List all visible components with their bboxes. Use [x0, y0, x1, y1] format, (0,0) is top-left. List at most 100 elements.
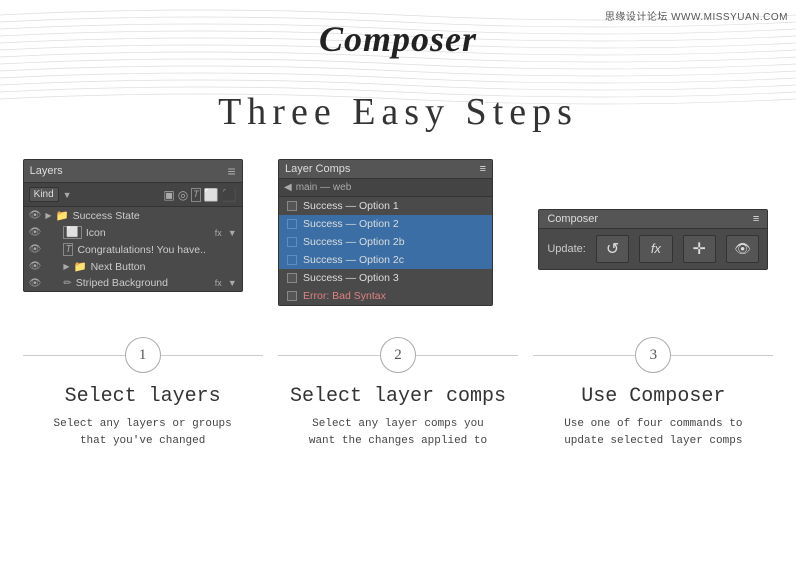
composer-panel-title: Composer: [547, 213, 598, 225]
step-3: Composer ≡ Update: ↺ fx ✛ 👁 3 Use Compos…: [533, 159, 773, 449]
composer-screenshot: Composer ≡ Update: ↺ fx ✛ 👁: [533, 159, 773, 319]
step-2: Layer Comps ≡ ◀ main — web Success — Opt…: [278, 159, 518, 449]
dropdown-arrow: ▼: [63, 190, 72, 200]
expand-icon: ▼: [228, 228, 237, 238]
update-btn-refresh[interactable]: ↺: [596, 235, 629, 263]
lc-item-0[interactable]: Success — Option 1: [279, 197, 492, 215]
step-line-right: [671, 355, 773, 356]
composer-panel-body: Update: ↺ fx ✛ 👁: [539, 229, 767, 269]
expand-icon: ▼: [228, 278, 237, 288]
lc-name: Success — Option 2c: [303, 254, 404, 266]
step-circle-row-1: 1: [23, 337, 263, 373]
lc-checkbox: [287, 237, 297, 247]
step-3-title: Use Composer: [581, 385, 725, 408]
lc-checkbox: [287, 219, 297, 229]
arrow-icon: ▶: [63, 262, 69, 271]
layer-name: Icon: [86, 227, 106, 239]
layercomps-header: Layer Comps ≡: [279, 160, 492, 179]
layer-name: Congratulations! You have..: [77, 244, 205, 256]
pixel-icon: ▣: [163, 188, 174, 202]
lc-item-5[interactable]: Error: Bad Syntax: [279, 287, 492, 305]
shape-icon: ⬜: [204, 188, 219, 202]
text-icon: T: [191, 188, 201, 202]
arrow-icon: ▶: [45, 211, 51, 220]
layer-name: Success State: [73, 210, 140, 222]
layers-panel-title: Layers: [30, 165, 63, 177]
step-3-desc: Use one of four commands to update selec…: [564, 416, 742, 449]
step-line-left: [533, 355, 635, 356]
layer-row-congratulations[interactable]: 👁 T Congratulations! You have..: [24, 241, 242, 258]
update-btn-fx[interactable]: fx: [639, 235, 672, 263]
text-layer-icon: T: [63, 243, 73, 256]
lc-item-3[interactable]: Success — Option 2c: [279, 251, 492, 269]
lc-name: Success — Option 1: [303, 200, 399, 212]
step-circle-2: 2: [380, 337, 416, 373]
step-1: Layers ≡ Kind ▼ ▣ ◎ T ⬜ ⬛ 👁: [23, 159, 263, 449]
layercomps-panel: Layer Comps ≡ ◀ main — web Success — Opt…: [278, 159, 493, 306]
eye-icon: 👁: [29, 261, 42, 272]
layers-panel: Layers ≡ Kind ▼ ▣ ◎ T ⬜ ⬛ 👁: [23, 159, 243, 292]
lc-nav-label: main — web: [296, 182, 352, 193]
lc-item-2[interactable]: Success — Option 2b: [279, 233, 492, 251]
eye-icon: 👁: [29, 278, 42, 289]
layers-screenshot: Layers ≡ Kind ▼ ▣ ◎ T ⬜ ⬛ 👁: [23, 159, 263, 319]
adjust-icon: ◎: [178, 188, 188, 202]
step-line-left: [23, 355, 125, 356]
step-line-left: [278, 355, 380, 356]
step-circle-row-3: 3: [533, 337, 773, 373]
layer-name: Striped Background: [76, 277, 168, 289]
update-btn-eye[interactable]: 👁: [726, 235, 759, 263]
lc-checkbox: [287, 291, 297, 301]
lc-checkbox: [287, 255, 297, 265]
eye-icon: 👁: [29, 227, 42, 238]
eye-icon: 👁: [29, 210, 42, 221]
lc-name: Error: Bad Syntax: [303, 290, 386, 302]
step-1-desc: Select any layers or groups that you've …: [54, 416, 232, 449]
layers-search-icons: ▣ ◎ T ⬜ ⬛: [163, 188, 236, 202]
eye-icon: 👁: [29, 244, 42, 255]
main-title: Three Easy Steps: [0, 90, 796, 134]
layers-menu-icon[interactable]: ≡: [227, 163, 235, 179]
folder-icon: 📁: [74, 260, 87, 273]
fx-badge: fx: [215, 228, 222, 238]
folder-icon: 📁: [56, 209, 69, 222]
composer-panel: Composer ≡ Update: ↺ fx ✛ 👁: [538, 209, 768, 270]
step-circle-3: 3: [635, 337, 671, 373]
lc-checkbox: [287, 273, 297, 283]
lc-name: Success — Option 2b: [303, 236, 405, 248]
lc-item-1[interactable]: Success — Option 2: [279, 215, 492, 233]
logo: Composer: [0, 18, 796, 60]
update-label: Update:: [547, 243, 586, 255]
step-line-right: [161, 355, 263, 356]
shape-layer-icon: ⬜: [63, 226, 81, 239]
layer-row-icon[interactable]: 👁 ⬜ Icon fx ▼: [24, 224, 242, 241]
lc-menu-icon[interactable]: ≡: [480, 163, 486, 175]
layers-panel-header: Layers ≡: [24, 160, 242, 183]
step-circle-1: 1: [125, 337, 161, 373]
composer-panel-header: Composer ≡: [539, 210, 767, 229]
layer-name: Next Button: [91, 261, 146, 273]
smart-icon: ⬛: [222, 188, 237, 202]
layercomps-screenshot: Layer Comps ≡ ◀ main — web Success — Opt…: [278, 159, 518, 319]
step-1-title: Select layers: [65, 385, 221, 408]
kind-dropdown[interactable]: Kind: [29, 187, 59, 202]
lc-item-4[interactable]: Success — Option 3: [279, 269, 492, 287]
lc-name: Success — Option 3: [303, 272, 399, 284]
layercomps-title: Layer Comps: [285, 163, 350, 175]
step-line-right: [416, 355, 518, 356]
cp-menu-icon[interactable]: ≡: [753, 213, 759, 225]
fx-badge: fx: [215, 278, 222, 288]
step-2-desc: Select any layer comps you want the chan…: [309, 416, 487, 449]
lc-nav-bar: ◀ main — web: [279, 179, 492, 197]
layer-row-striped[interactable]: 👁 ✏ Striped Background fx ▼: [24, 275, 242, 291]
step-circle-row-2: 2: [278, 337, 518, 373]
layers-search-bar: Kind ▼ ▣ ◎ T ⬜ ⬛: [24, 183, 242, 207]
layer-row-next-button[interactable]: 👁 ▶ 📁 Next Button: [24, 258, 242, 275]
header: Composer: [0, 0, 796, 70]
layer-row-success-state[interactable]: 👁 ▶ 📁 Success State: [24, 207, 242, 224]
lc-nav-left-icon[interactable]: ◀: [284, 182, 292, 193]
update-btn-add[interactable]: ✛: [683, 235, 716, 263]
lc-checkbox: [287, 201, 297, 211]
step-2-title: Select layer comps: [290, 385, 506, 408]
steps-container: Layers ≡ Kind ▼ ▣ ◎ T ⬜ ⬛ 👁: [0, 159, 796, 449]
